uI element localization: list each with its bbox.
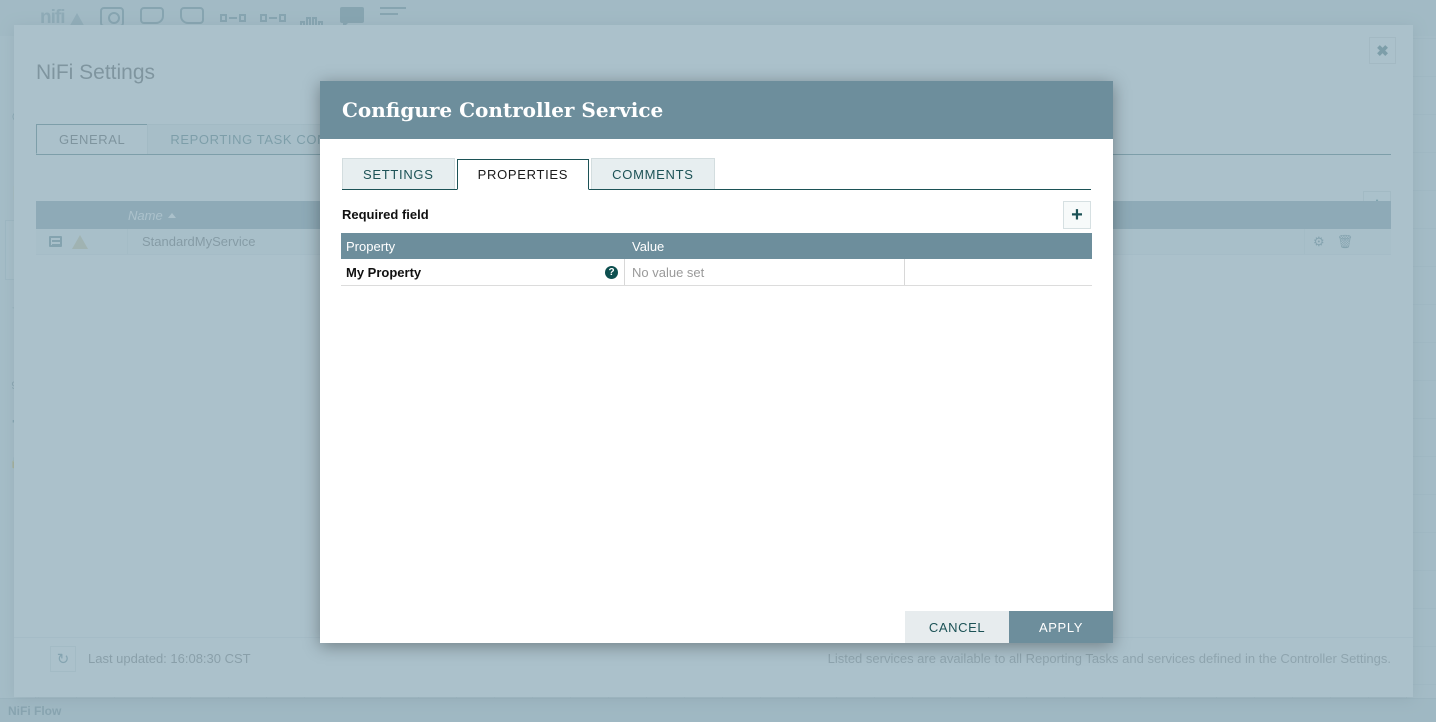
tab-settings[interactable]: SETTINGS bbox=[342, 158, 455, 189]
apply-button[interactable]: APPLY bbox=[1009, 611, 1113, 643]
column-header-value: Value bbox=[632, 238, 665, 254]
tab-properties[interactable]: PROPERTIES bbox=[456, 159, 590, 190]
properties-table-header: Property Value bbox=[341, 233, 1092, 259]
column-header-property: Property bbox=[346, 238, 396, 254]
property-value-cell[interactable]: No value set bbox=[625, 259, 905, 285]
properties-table: Property Value My Property ? No value se… bbox=[341, 233, 1092, 286]
property-name-label: My Property bbox=[346, 264, 422, 280]
tab-comments[interactable]: COMMENTS bbox=[591, 158, 715, 189]
property-name-cell: My Property ? bbox=[341, 259, 625, 285]
cancel-button[interactable]: CANCEL bbox=[905, 611, 1009, 643]
add-property-button[interactable]: + bbox=[1063, 201, 1091, 229]
configure-controller-service-dialog: Configure Controller Service SETTINGS PR… bbox=[320, 81, 1113, 643]
dialog-title: Configure Controller Service bbox=[342, 98, 664, 122]
required-field-label: Required field bbox=[342, 207, 429, 222]
dialog-tab-bar: SETTINGS PROPERTIES COMMENTS bbox=[342, 158, 1091, 190]
dialog-button-bar: CANCEL APPLY bbox=[905, 611, 1113, 643]
dialog-header: Configure Controller Service bbox=[320, 81, 1113, 139]
property-row-spacer bbox=[905, 259, 1092, 285]
help-icon[interactable]: ? bbox=[605, 265, 618, 279]
property-row[interactable]: My Property ? No value set bbox=[341, 259, 1092, 286]
